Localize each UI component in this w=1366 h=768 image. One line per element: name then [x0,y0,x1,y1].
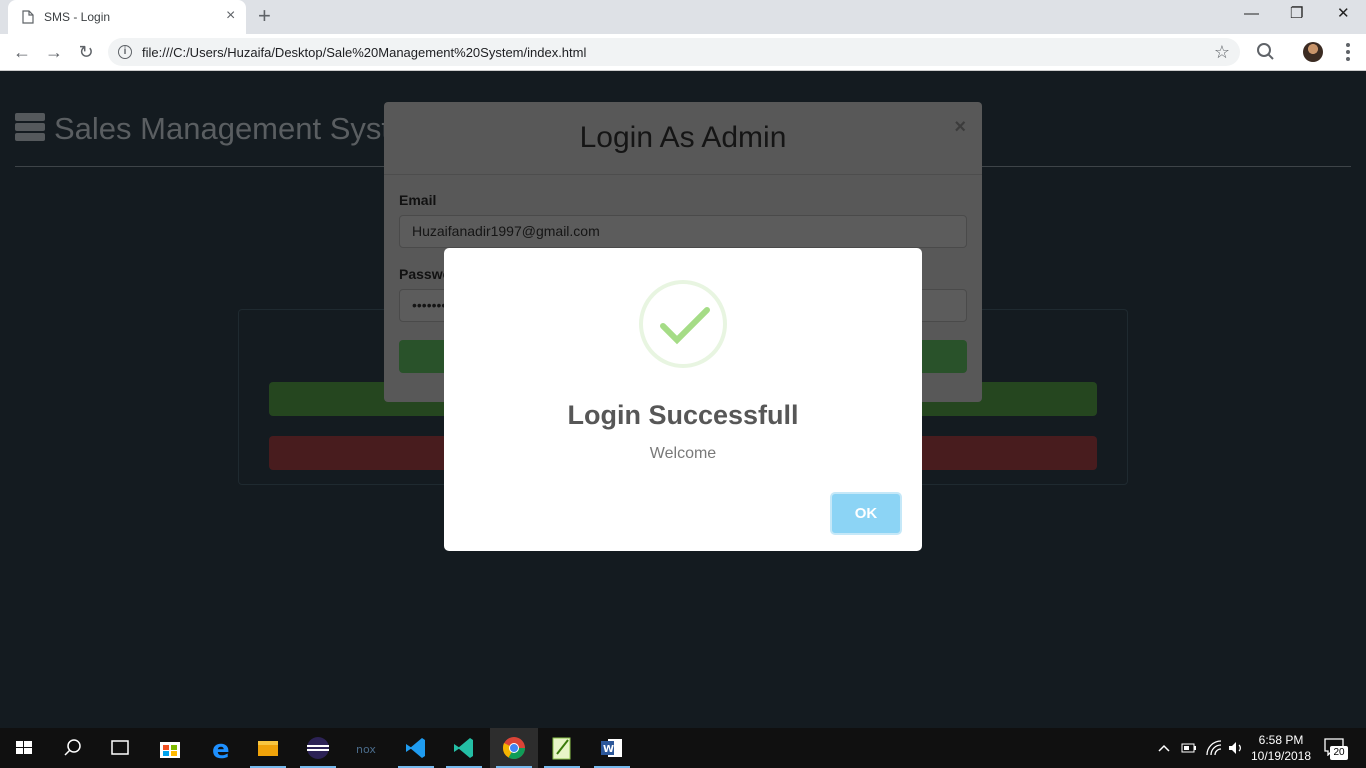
restore-button[interactable]: ❐ [1290,4,1303,24]
page-icon [22,10,34,24]
word-icon: W [601,739,622,757]
reload-button[interactable]: ↻ [74,41,98,63]
server-icon [15,113,45,141]
nox-app[interactable]: nox [342,728,390,768]
chevron-up-icon[interactable] [1156,740,1172,756]
clock-time: 6:58 PM [1258,733,1304,747]
forward-button[interactable]: → [42,41,66,63]
windows-taskbar: e nox W 6:58 PM 10/19/2018 20 [0,728,1366,768]
svg-text:nox: nox [356,743,376,756]
word-app[interactable]: W [588,728,636,768]
wifi-icon[interactable] [1205,739,1223,757]
store-app[interactable] [146,728,194,768]
vscode-insiders-icon [454,738,473,758]
browser-tab[interactable]: SMS - Login × [8,0,246,34]
modal-title: Login As Admin [579,121,787,154]
tab-title: SMS - Login [44,10,111,24]
notification-count-badge: 20 [1330,746,1348,760]
battery-icon[interactable] [1181,740,1197,756]
modal-header: Login As Admin × [384,102,982,175]
email-label: Email [399,192,437,208]
svg-text:W: W [603,744,614,755]
task-view-icon [111,740,129,755]
task-view-button[interactable] [96,728,144,768]
bookmark-star-icon[interactable]: ☆ [1214,42,1230,63]
email-field[interactable]: Huzaifanadir1997@gmail.com [399,215,967,248]
notepad-plus-app[interactable] [538,728,586,768]
back-button[interactable]: ← [10,41,34,63]
close-window-button[interactable]: ✕ [1337,4,1350,24]
chrome-menu-icon[interactable] [1338,42,1358,62]
info-icon[interactable]: i [118,45,132,59]
ok-button[interactable]: OK [830,492,902,535]
search-icon [64,739,81,756]
folder-icon [258,741,278,756]
eclipse-icon [307,737,329,759]
svg-text:e: e [212,735,230,765]
address-bar[interactable]: i file:///C:/Users/Huzaifa/Desktop/Sale%… [108,38,1240,66]
tab-strip: SMS - Login × + — ❐ ✕ [0,0,1366,34]
nox-icon: nox [356,743,376,756]
vscode-insiders-app[interactable] [440,728,488,768]
windows-logo-icon [16,741,32,754]
chrome-icon [502,737,525,759]
clock-date: 10/19/2018 [1250,749,1312,763]
modal-close-icon[interactable]: × [954,116,966,139]
system-clock[interactable]: 6:58 PM 10/19/2018 [1248,732,1314,764]
volume-icon[interactable] [1227,739,1245,757]
edge-icon: e [212,735,230,765]
success-check-icon [639,280,727,368]
file-explorer-app[interactable] [244,728,292,768]
minimize-button[interactable]: — [1244,4,1259,24]
edge-app[interactable]: e [196,728,244,768]
app-title: Sales Management System [54,111,384,146]
eclipse-app[interactable] [294,728,342,768]
alert-title: Login Successfull [567,400,799,430]
profile-avatar[interactable] [1303,42,1323,62]
store-icon [160,742,180,758]
search-button[interactable] [48,728,96,768]
chrome-app[interactable] [490,728,538,768]
start-button[interactable] [0,728,48,768]
alert-message: Welcome [649,445,717,462]
success-alert-dialog: Login Successfull Welcome OK [444,248,922,551]
url-text[interactable]: file:///C:/Users/Huzaifa/Desktop/Sale%20… [142,45,586,60]
new-tab-button[interactable]: + [258,5,271,27]
notepad-plus-icon [552,737,571,760]
browser-toolbar: ← → ↻ i file:///C:/Users/Huzaifa/Desktop… [0,34,1366,71]
extension-icon[interactable] [1256,42,1274,60]
vscode-app[interactable] [392,728,440,768]
vscode-icon [406,738,425,758]
tab-close-icon[interactable]: × [226,8,235,24]
